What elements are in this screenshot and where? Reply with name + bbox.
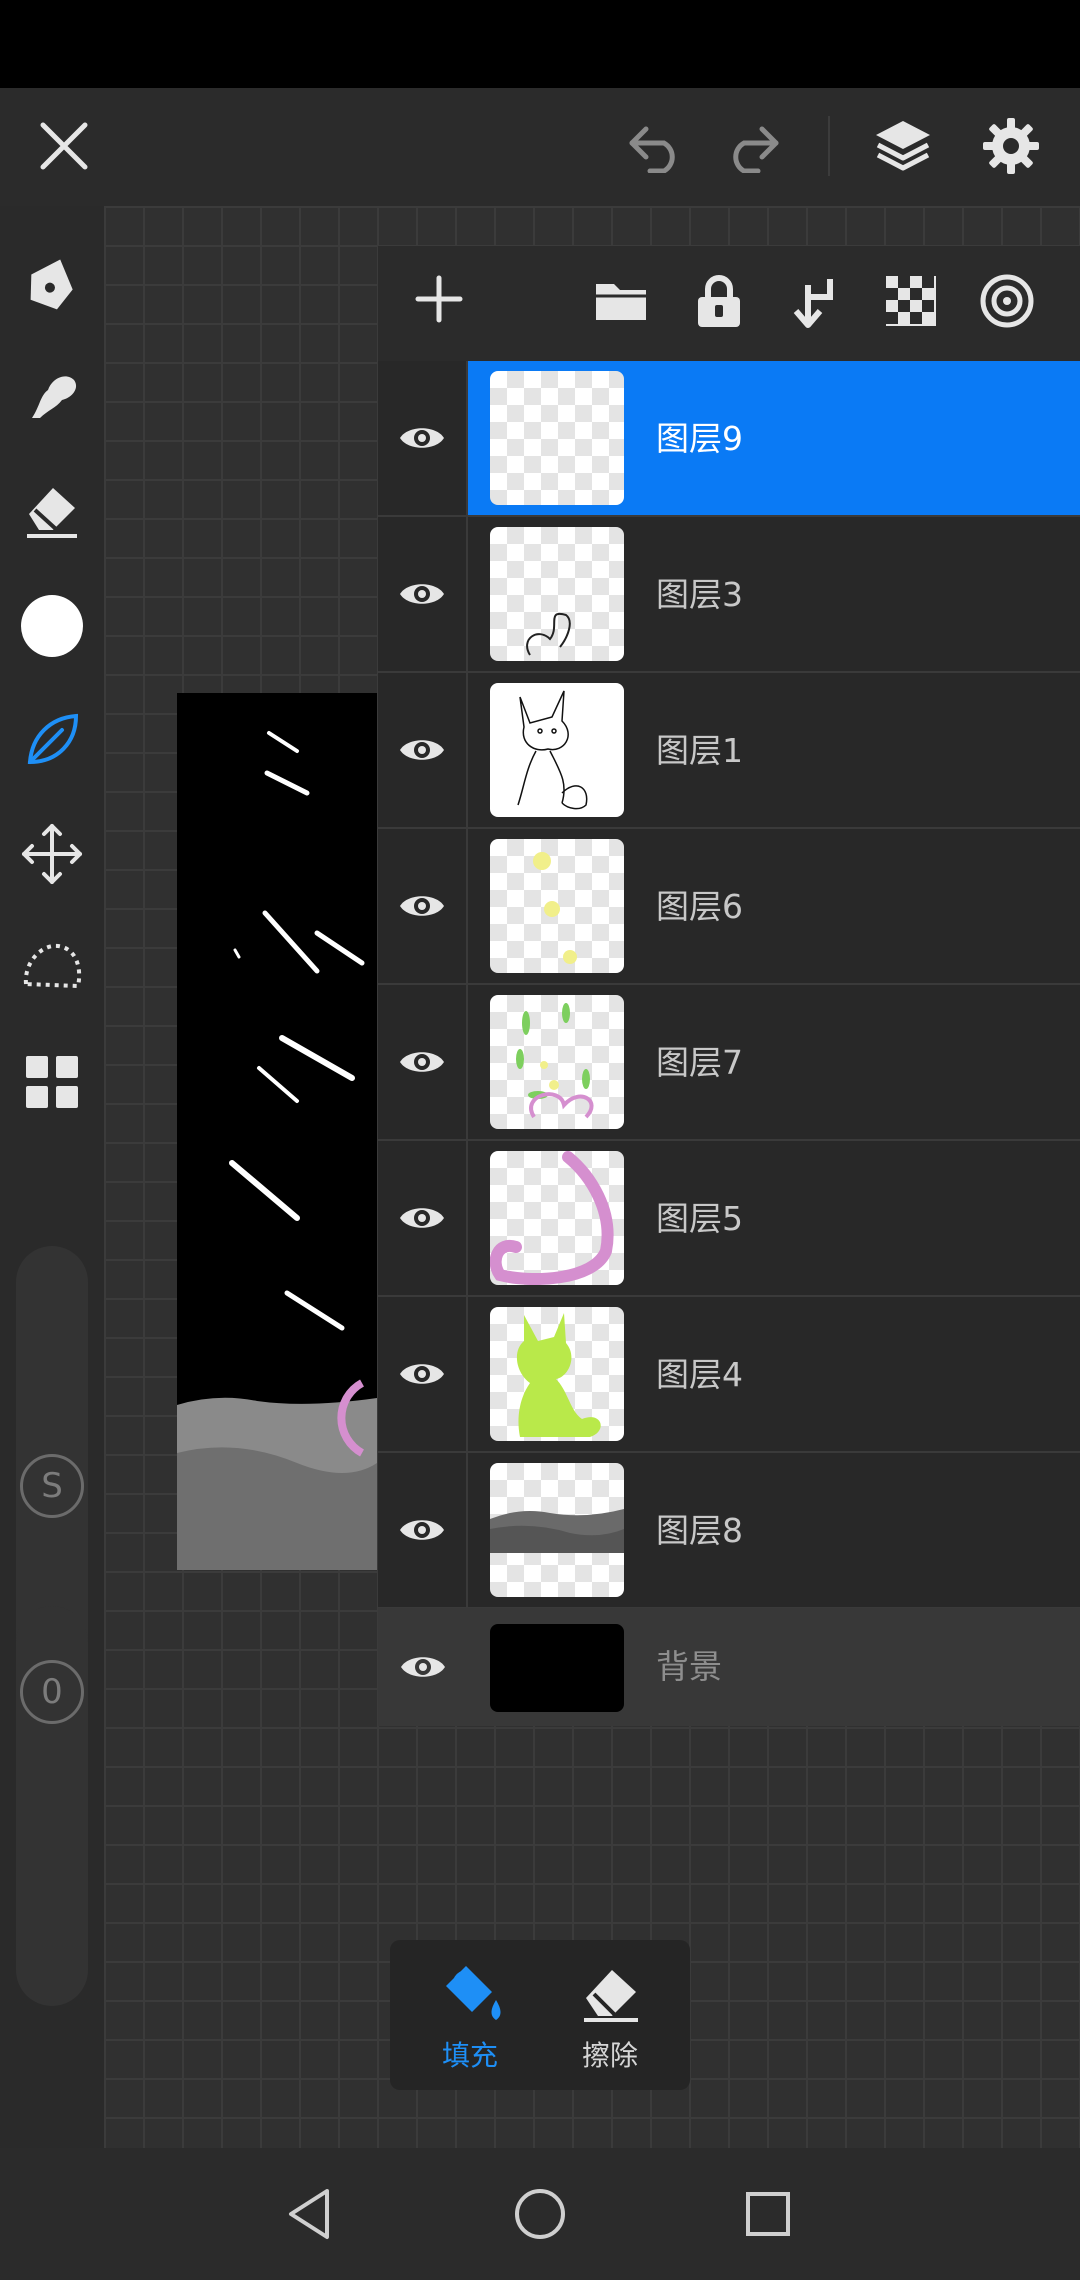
eraser-icon[interactable] (12, 470, 92, 550)
opacity-slider-handle[interactable]: 0 (20, 1660, 84, 1724)
visibility-toggle[interactable] (378, 361, 468, 515)
layer-row[interactable]: 图层9 (378, 361, 1080, 517)
layers-panel: 图层9 图层3 图层1 图层6 图层7 图层5 图层4 图层8 背景 (378, 246, 1080, 1726)
merge-down-icon[interactable] (782, 268, 848, 334)
visibility-toggle[interactable] (378, 673, 468, 827)
checker-icon[interactable] (878, 268, 944, 334)
layer-name: 图层1 (656, 731, 743, 770)
close-icon[interactable] (22, 98, 106, 194)
grid-icon[interactable] (12, 1042, 92, 1122)
target-icon[interactable] (974, 268, 1040, 334)
layer-thumbnail (490, 1151, 624, 1285)
layer-row[interactable]: 图层1 (378, 673, 1080, 829)
layer-row[interactable]: 图层6 (378, 829, 1080, 985)
layer-thumbnail (490, 1463, 624, 1597)
layer-thumbnail (490, 683, 624, 817)
size-slider-handle[interactable]: S (20, 1454, 84, 1518)
artwork-canvas[interactable] (177, 693, 377, 1570)
eye-icon (400, 740, 444, 760)
visibility-toggle[interactable] (378, 985, 468, 1139)
layer-name: 图层9 (656, 419, 743, 458)
visibility-toggle[interactable] (378, 1297, 468, 1451)
eye-icon (400, 1520, 444, 1540)
undo-icon[interactable] (616, 102, 696, 192)
lock-icon[interactable] (686, 268, 752, 334)
fill-button[interactable]: 填充 (400, 1940, 540, 2090)
nav-bar (0, 2148, 1080, 2280)
leaf-brush-icon[interactable] (12, 700, 92, 780)
move-icon[interactable] (12, 814, 92, 894)
layer-row[interactable]: 图层7 (378, 985, 1080, 1141)
visibility-toggle[interactable] (378, 1453, 468, 1607)
eraser-icon (576, 1960, 646, 2026)
eye-icon (400, 428, 444, 448)
gear-icon[interactable] (968, 98, 1054, 194)
redo-icon[interactable] (712, 102, 792, 192)
add-layer-icon[interactable] (408, 268, 470, 330)
layer-row[interactable]: 图层3 (378, 517, 1080, 673)
visibility-toggle[interactable] (378, 1141, 468, 1295)
background-thumbnail (490, 1624, 624, 1712)
top-bar (0, 88, 1080, 206)
layer-thumbnail (490, 527, 624, 661)
status-bar (0, 0, 1080, 88)
eye-icon (400, 896, 444, 916)
left-toolbar: S 0 (0, 206, 104, 2148)
layer-name: 图层6 (656, 887, 743, 926)
eye-icon (400, 1208, 444, 1228)
visibility-toggle[interactable] (378, 517, 468, 671)
visibility-toggle[interactable] (378, 1608, 468, 1726)
back-icon[interactable] (270, 2178, 350, 2250)
layer-name: 图层7 (656, 1043, 743, 1082)
layer-name: 图层5 (656, 1199, 743, 1238)
layer-row[interactable]: 图层5 (378, 1141, 1080, 1297)
erase-label: 擦除 (581, 2039, 638, 2072)
erase-button[interactable]: 擦除 (540, 1940, 680, 2090)
layer-thumbnail (490, 995, 624, 1129)
color-icon[interactable] (12, 586, 92, 666)
pen-icon[interactable] (12, 242, 92, 322)
paint-bucket-icon (436, 1960, 506, 2026)
separator (828, 116, 830, 176)
smudge-icon[interactable] (12, 356, 92, 436)
fill-label: 填充 (441, 2039, 498, 2072)
layer-name: 图层4 (656, 1355, 743, 1394)
lasso-icon[interactable] (12, 928, 92, 1008)
eye-icon (400, 584, 444, 604)
eye-icon (400, 1364, 444, 1384)
layer-name: 图层3 (656, 575, 743, 614)
eye-icon (400, 1052, 444, 1072)
layer-thumbnail (490, 371, 624, 505)
visibility-toggle[interactable] (378, 829, 468, 983)
fill-popup: 填充 擦除 (390, 1940, 690, 2090)
background-layer-row[interactable]: 背景 (378, 1608, 1080, 1726)
home-icon[interactable] (500, 2178, 580, 2250)
folder-icon[interactable] (588, 268, 654, 334)
recents-icon[interactable] (728, 2178, 808, 2250)
layer-row[interactable]: 图层4 (378, 1297, 1080, 1453)
layer-thumbnail (490, 1307, 624, 1441)
layer-thumbnail (490, 839, 624, 973)
layer-name: 图层8 (656, 1511, 743, 1550)
layer-row[interactable]: 图层8 (378, 1453, 1080, 1609)
eye-icon (401, 1657, 445, 1677)
layers-icon[interactable] (860, 98, 946, 194)
background-layer-name: 背景 (656, 1647, 722, 1686)
layers-toolbar (378, 246, 1080, 361)
